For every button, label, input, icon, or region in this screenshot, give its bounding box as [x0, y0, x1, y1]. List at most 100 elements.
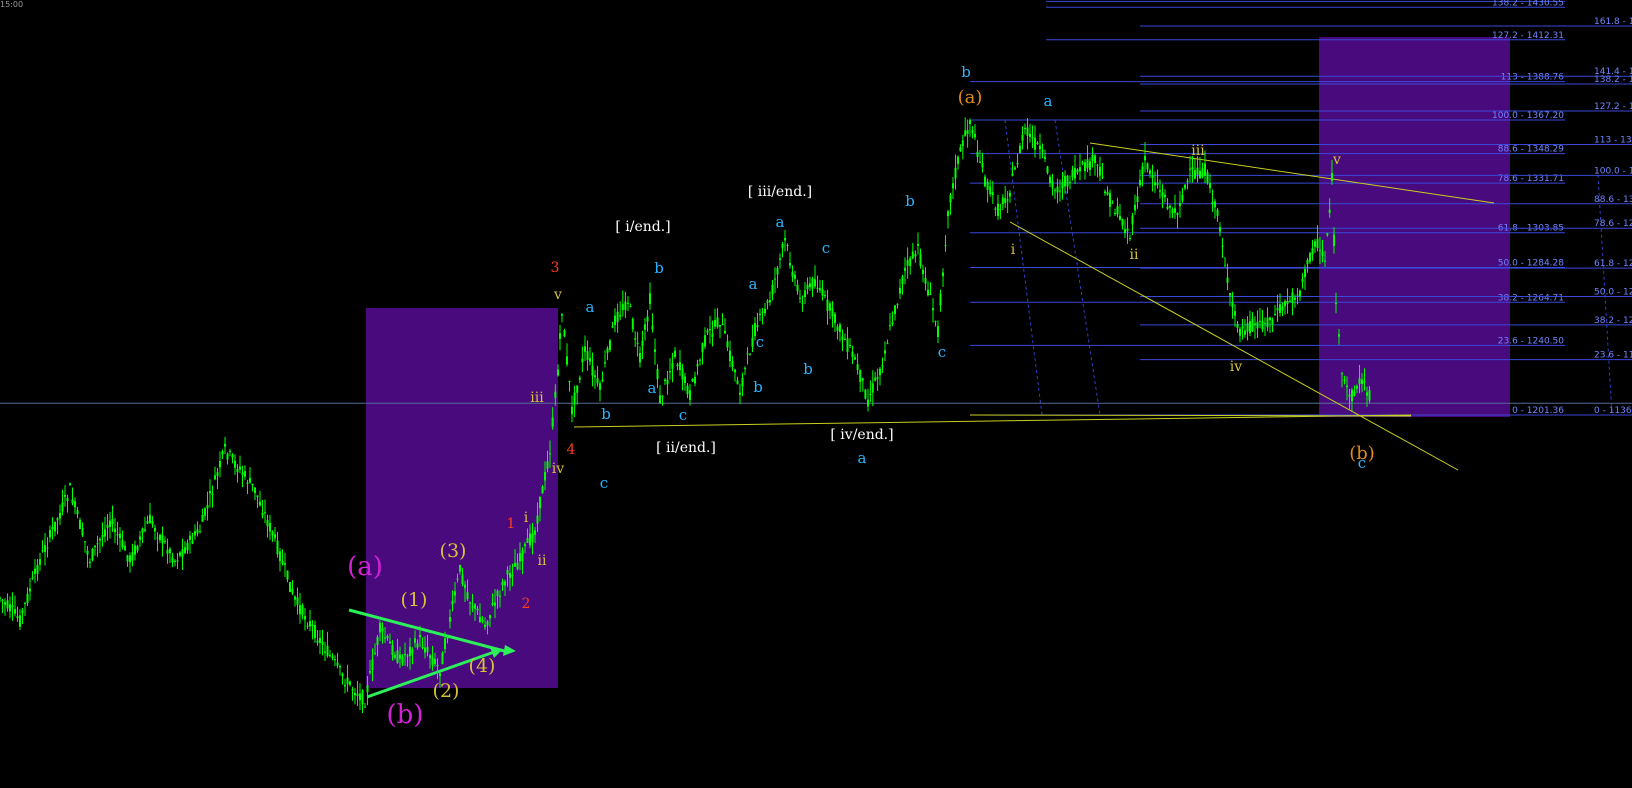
candle-body — [1166, 206, 1169, 209]
candle-body — [411, 649, 414, 654]
candle-body — [1149, 170, 1151, 174]
candle-body — [849, 345, 851, 347]
candle-body — [76, 510, 79, 515]
candle-body — [769, 300, 771, 303]
candle-body — [231, 454, 234, 458]
candle-body — [644, 324, 646, 330]
candle-body — [671, 363, 674, 369]
candle-body — [984, 176, 986, 187]
candle-body — [1226, 277, 1229, 283]
candle-body — [484, 624, 486, 628]
candle-body — [719, 324, 721, 327]
candle-body — [681, 368, 684, 380]
wave-label: (a) — [347, 552, 383, 582]
candle-body — [684, 376, 686, 383]
candle-body — [29, 588, 31, 592]
candle-body — [1071, 169, 1074, 177]
candle-body — [241, 472, 244, 475]
candle-body — [739, 392, 741, 395]
candle-body — [766, 300, 769, 303]
candle-body — [1261, 321, 1264, 330]
candle-body — [324, 651, 326, 653]
candle-body — [1321, 251, 1324, 256]
candle-body — [867, 399, 869, 407]
candle-body — [316, 640, 319, 643]
wave-label: b — [753, 378, 763, 396]
candle-body — [944, 245, 947, 247]
wave-label: c — [756, 333, 764, 351]
candle-body — [309, 621, 311, 627]
candle-body — [1061, 181, 1064, 189]
wave-label: a — [749, 275, 758, 293]
candle-body — [264, 512, 266, 514]
candle-body — [1044, 156, 1046, 159]
candle-body — [259, 501, 261, 506]
candle-body — [686, 385, 689, 395]
candle-body — [1368, 390, 1371, 401]
candle-body — [774, 278, 776, 280]
wave-label: a — [1044, 92, 1053, 110]
candle-body — [289, 582, 291, 592]
candle-body — [1136, 196, 1139, 203]
wave-label: b — [803, 360, 813, 378]
candle-body — [254, 487, 256, 494]
candle-body — [1046, 166, 1049, 173]
wave-label: 4 — [567, 442, 576, 458]
candle-body — [1184, 184, 1186, 189]
candle-body — [524, 543, 526, 547]
chart-canvas[interactable]: 15:00141.4 - 1433.88138.2 - 1430.55127.2… — [0, 0, 1632, 788]
candle-body — [439, 673, 441, 677]
candle-body — [619, 314, 622, 317]
wave-label: (b) — [387, 700, 424, 730]
candle-body — [1314, 241, 1316, 247]
candle-body — [541, 486, 544, 494]
candle-body — [676, 364, 679, 367]
candle-body — [154, 527, 156, 532]
candle-body — [669, 371, 671, 373]
candle-body — [221, 451, 224, 455]
candle-body — [21, 610, 24, 614]
candle-body — [991, 192, 994, 196]
candle-body — [494, 602, 496, 606]
candle-body — [1361, 379, 1363, 384]
wave-label: b — [961, 63, 971, 81]
candle-body — [599, 383, 601, 390]
fib-level-label: 113 - 1388.76 — [1501, 73, 1565, 83]
candle-body — [1076, 169, 1079, 173]
candle-body — [1026, 127, 1029, 136]
candle-body — [434, 659, 436, 665]
candle-body — [251, 483, 254, 486]
wave-label: b — [905, 192, 915, 210]
candle-body — [856, 364, 859, 370]
candle-body — [86, 550, 89, 555]
candle-body — [364, 706, 366, 708]
candle-body — [989, 186, 992, 195]
candle-body — [974, 133, 976, 138]
candle-body — [14, 609, 16, 614]
candle-body — [24, 602, 26, 604]
candle-body — [74, 501, 76, 508]
elliott-wave-chart[interactable]: 15:00141.4 - 1433.88138.2 - 1430.55127.2… — [0, 0, 1632, 788]
candle-body — [942, 272, 944, 277]
candle-body — [49, 530, 51, 538]
candle-body — [0, 597, 1, 599]
fib-right-label: 113 - 1346 — [1594, 136, 1632, 146]
candle-body — [499, 595, 501, 597]
candle-body — [846, 338, 849, 352]
candle-body — [568, 380, 571, 383]
candle-body — [1231, 302, 1234, 308]
candle-body — [236, 469, 239, 473]
candle-body — [1171, 209, 1174, 214]
candle-body — [281, 561, 284, 565]
candle-body — [571, 406, 573, 415]
candle-body — [869, 393, 872, 396]
candle-body — [356, 693, 359, 697]
candle-body — [781, 244, 784, 248]
candle-body — [1224, 265, 1226, 267]
candle-body — [844, 338, 846, 340]
candle-body — [189, 535, 191, 540]
candle-body — [1129, 238, 1131, 240]
candle-body — [884, 350, 886, 354]
wave-label: (3) — [440, 540, 467, 562]
candle-body — [126, 555, 129, 562]
